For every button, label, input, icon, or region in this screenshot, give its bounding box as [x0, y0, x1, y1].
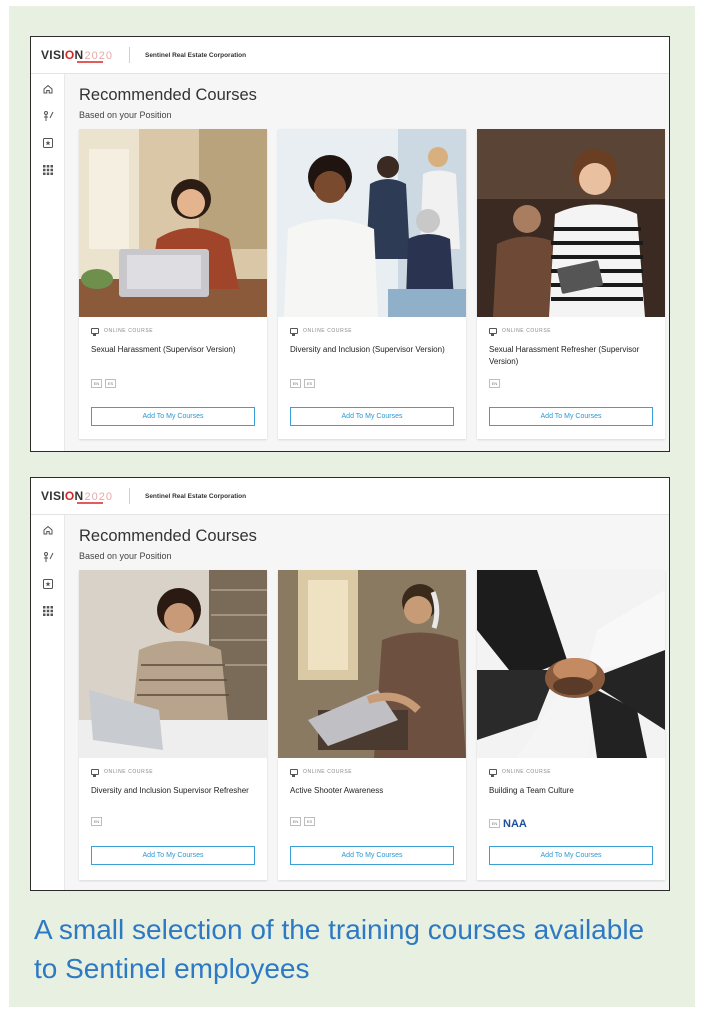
naa-logo: NAA: [503, 818, 527, 829]
page-subtitle: Based on your Position: [79, 110, 172, 120]
add-to-my-courses-button[interactable]: Add To My Courses: [489, 846, 653, 865]
course-image[interactable]: [477, 570, 665, 758]
screenshot-1: VISI O N 2020 Sentinel Real Estate Corporat…: [30, 36, 670, 452]
course-card[interactable]: ONLINE COURSE Building a Team Culture EN…: [477, 570, 665, 880]
career-icon[interactable]: [41, 550, 55, 564]
language-list: EN ES: [290, 817, 318, 826]
language-badge[interactable]: EN: [290, 379, 301, 388]
add-to-my-courses-button[interactable]: Add To My Courses: [290, 846, 454, 865]
organization-name: Sentinel Real Estate Corporation: [144, 51, 247, 59]
course-type: ONLINE COURSE: [91, 769, 153, 777]
page-title: Recommended Courses: [79, 86, 257, 104]
course-image[interactable]: [79, 129, 267, 317]
caption: A small selection of the training course…: [34, 914, 645, 984]
monitor-icon: [290, 769, 298, 777]
apps-grid-icon[interactable]: [41, 163, 55, 177]
apps-grid-icon[interactable]: [41, 604, 55, 618]
page-title: Recommended Courses: [79, 527, 257, 545]
language-badge[interactable]: EN: [91, 379, 102, 388]
course-image[interactable]: [477, 129, 665, 317]
course-card[interactable]: ONLINE COURSE Sexual Harassment (Supervi…: [79, 129, 267, 439]
language-badge[interactable]: ES: [304, 817, 315, 826]
sidebar: [31, 74, 65, 451]
organization-name: Sentinel Real Estate Corporation: [144, 492, 247, 500]
course-card[interactable]: ONLINE COURSE Diversity and Inclusion Su…: [79, 570, 267, 880]
course-title[interactable]: Active Shooter Awareness: [290, 785, 458, 797]
monitor-icon: [290, 328, 298, 336]
course-title[interactable]: Sexual Harassment Refresher (Supervisor …: [489, 344, 657, 368]
language-badge[interactable]: EN: [91, 817, 102, 826]
language-list: EN ES: [290, 379, 318, 388]
course-title[interactable]: Building a Team Culture: [489, 785, 657, 797]
course-card[interactable]: ONLINE COURSE Active Shooter Awareness E…: [278, 570, 466, 880]
course-title[interactable]: Sexual Harassment (Supervisor Version): [91, 344, 259, 356]
language-badge[interactable]: ES: [105, 379, 116, 388]
top-bar: VISI O N 2020 Sentinel Real Estate Corporat…: [31, 37, 669, 74]
language-list: EN: [489, 379, 503, 388]
course-type: ONLINE COURSE: [489, 328, 551, 336]
add-to-my-courses-button[interactable]: Add To My Courses: [91, 407, 255, 426]
logo-tagline: [77, 61, 103, 63]
home-icon[interactable]: [41, 523, 55, 537]
course-image[interactable]: [278, 570, 466, 758]
logo-tagline: [77, 502, 103, 504]
monitor-icon: [489, 769, 497, 777]
vision-2020-logo[interactable]: VISI O N 2020: [41, 489, 113, 504]
course-title[interactable]: Diversity and Inclusion (Supervisor Vers…: [290, 344, 458, 356]
screenshot-2: VISI O N 2020 Sentinel Real Estate Corporat…: [30, 477, 670, 891]
language-list: EN ES: [91, 379, 119, 388]
sidebar: [31, 515, 65, 890]
language-list: EN: [91, 817, 105, 826]
course-card[interactable]: ONLINE COURSE Sexual Harassment Refreshe…: [477, 129, 665, 439]
add-to-my-courses-button[interactable]: Add To My Courses: [91, 846, 255, 865]
course-card[interactable]: ONLINE COURSE Diversity and Inclusion (S…: [278, 129, 466, 439]
badge-icon[interactable]: [41, 136, 55, 150]
badge-icon[interactable]: [41, 577, 55, 591]
language-badge[interactable]: EN: [290, 817, 301, 826]
language-list: EN NAA: [489, 817, 529, 829]
course-title[interactable]: Diversity and Inclusion Supervisor Refre…: [91, 785, 259, 797]
language-badge[interactable]: ES: [304, 379, 315, 388]
header-divider: [128, 488, 130, 504]
language-badge[interactable]: EN: [489, 818, 500, 828]
header-divider: [128, 47, 130, 63]
svg-text:NAA: NAA: [503, 818, 527, 829]
course-type: ONLINE COURSE: [290, 769, 352, 777]
main-content: Recommended Courses Based on your Positi…: [65, 515, 669, 890]
vision-2020-logo[interactable]: VISI O N 2020: [41, 48, 113, 63]
course-type: ONLINE COURSE: [91, 328, 153, 336]
career-icon[interactable]: [41, 109, 55, 123]
add-to-my-courses-button[interactable]: Add To My Courses: [489, 407, 653, 426]
language-badge[interactable]: EN: [489, 379, 500, 388]
course-image[interactable]: [79, 570, 267, 758]
monitor-icon: [489, 328, 497, 336]
home-icon[interactable]: [41, 82, 55, 96]
add-to-my-courses-button[interactable]: Add To My Courses: [290, 407, 454, 426]
monitor-icon: [91, 769, 99, 777]
monitor-icon: [91, 328, 99, 336]
course-type: ONLINE COURSE: [489, 769, 551, 777]
page-subtitle: Based on your Position: [79, 551, 172, 561]
course-image[interactable]: [278, 129, 466, 317]
main-content: Recommended Courses Based on your Positi…: [65, 74, 669, 451]
course-type: ONLINE COURSE: [290, 328, 352, 336]
top-bar: VISI O N 2020 Sentinel Real Estate Corporat…: [31, 478, 669, 515]
